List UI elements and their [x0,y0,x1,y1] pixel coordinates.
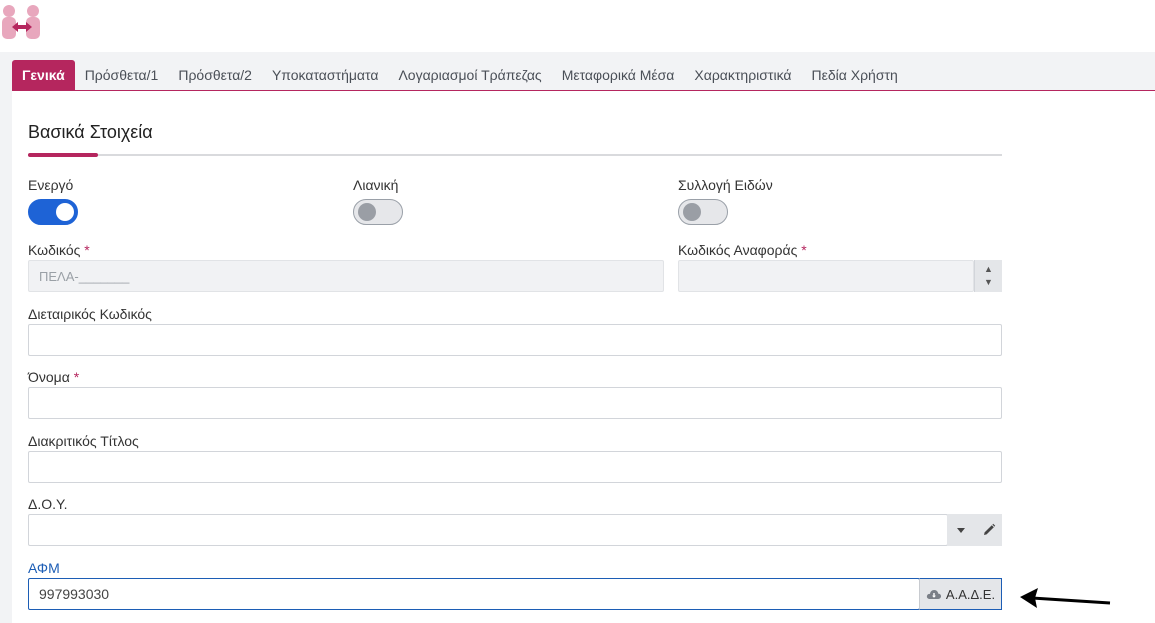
name-input[interactable] [28,387,1002,419]
required-mark: * [84,242,90,258]
toggle-knob [358,203,376,221]
reference-code-spinner: ▲ ▼ [974,260,1002,292]
chevron-down-icon[interactable] [947,514,975,546]
toggle-knob [56,203,74,221]
vat-number-label: ΑΦΜ [28,560,60,576]
tax-office-label: Δ.Ο.Υ. [28,496,68,512]
tab-bank-accounts[interactable]: Λογαριασμοί Τράπεζας [388,60,551,90]
trade-title-input[interactable] [28,451,1002,483]
code-label: Κωδικός * [28,242,90,258]
vat-number-input[interactable] [28,578,920,610]
required-mark: * [801,242,807,258]
tab-user-fields[interactable]: Πεδία Χρήστη [802,60,908,90]
company-code-input[interactable] [28,324,1002,356]
code-input[interactable] [28,260,664,292]
reference-code-label: Κωδικός Αναφοράς * [678,242,807,258]
name-label-text: Όνομα [28,369,70,385]
retail-toggle[interactable] [353,199,403,225]
aade-lookup-button[interactable]: Α.Α.Δ.Ε. [919,578,1002,610]
item-collection-label: Συλλογή Ειδών [678,177,773,193]
spin-up-icon[interactable]: ▲ [984,263,993,276]
reference-code-label-text: Κωδικός Αναφοράς [678,242,798,258]
company-logo-icon[interactable] [0,3,44,43]
tab-branches[interactable]: Υποκαταστήματα [262,60,388,90]
required-mark: * [73,369,80,385]
active-toggle[interactable] [28,199,78,225]
section-divider-accent [28,153,98,157]
section-divider [28,154,1002,156]
tax-office-input[interactable] [28,514,948,546]
edit-icon[interactable] [975,514,1002,546]
retail-label: Λιανική [353,177,399,193]
company-code-label: Διεταιρικός Κωδικός [28,306,152,322]
aade-button-label: Α.Α.Δ.Ε. [945,586,996,602]
code-label-text: Κωδικός [28,242,81,258]
toggle-knob [683,203,701,221]
tab-bar: Γενικά Πρόσθετα/1 Πρόσθετα/2 Υποκαταστήμ… [12,60,1155,91]
trade-title-label: Διακριτικός Τίτλος [28,433,139,449]
cloud-download-icon [926,590,941,599]
section-title: Βασικά Στοιχεία [28,122,153,142]
tab-general[interactable]: Γενικά [12,60,75,90]
item-collection-toggle[interactable] [678,199,728,225]
spin-down-icon[interactable]: ▼ [984,276,993,289]
arrow-left-icon [1020,588,1111,608]
tab-additional-1[interactable]: Πρόσθετα/1 [75,60,169,90]
tab-characteristics[interactable]: Χαρακτηριστικά [684,60,801,90]
tab-vehicles[interactable]: Μεταφορικά Μέσα [552,60,685,90]
tab-additional-2[interactable]: Πρόσθετα/2 [168,60,262,90]
top-bar [0,0,1155,52]
active-label: Ενεργό [28,177,74,193]
reference-code-input[interactable] [678,260,974,292]
name-label: Όνομα * [28,369,79,385]
